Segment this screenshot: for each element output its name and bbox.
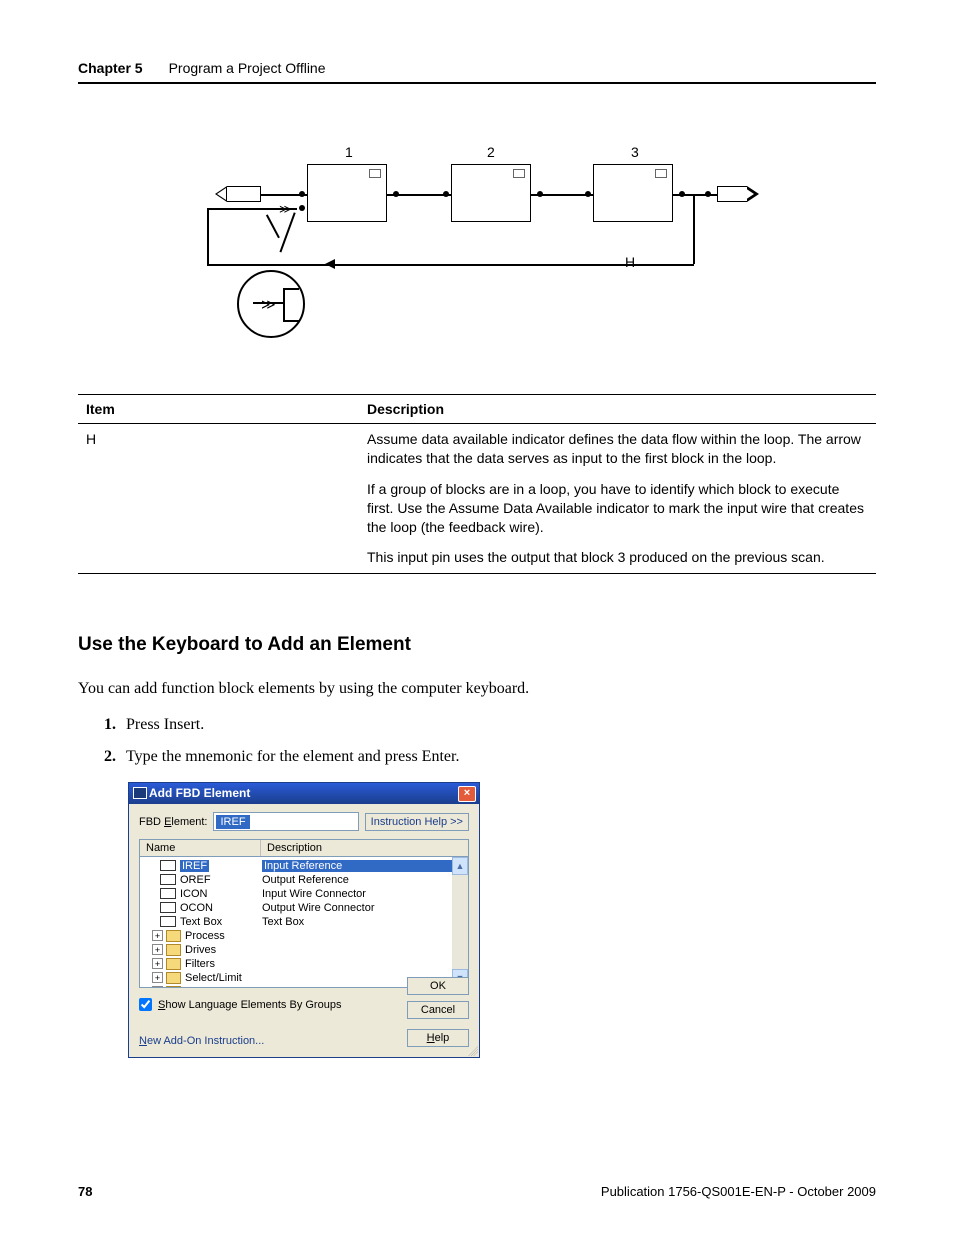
expand-icon[interactable]: +: [152, 972, 163, 983]
element-list[interactable]: IREF Input Reference OREF Output Referen…: [139, 856, 469, 988]
icon-icon: [160, 888, 176, 899]
scrollbar[interactable]: ▲ ▼: [452, 857, 468, 987]
iref-icon: [160, 860, 176, 871]
expand-icon[interactable]: +: [152, 986, 163, 987]
close-icon[interactable]: ×: [458, 786, 476, 802]
chapter-number: Chapter 5: [78, 60, 143, 76]
chapter-title: Program a Project Offline: [169, 60, 326, 76]
dialog-title-text: Add FBD Element: [149, 786, 250, 800]
expand-icon[interactable]: +: [152, 944, 163, 955]
diagram-output-ref: [717, 186, 747, 202]
dialog-app-icon: [133, 787, 147, 799]
instruction-help-button[interactable]: Instruction Help >>: [365, 813, 469, 831]
add-fbd-element-dialog: Add FBD Element × FBD Element: IREF Inst…: [128, 782, 480, 1058]
list-item[interactable]: ICON Input Wire Connector: [144, 887, 452, 900]
expand-icon[interactable]: +: [152, 930, 163, 941]
folder-icon: [166, 930, 181, 942]
resize-grip-icon[interactable]: [466, 1044, 478, 1056]
fbd-loop-diagram: 1 2 3: [78, 154, 876, 364]
textbox-icon: [160, 916, 176, 927]
list-item[interactable]: +Select/Limit: [144, 971, 452, 984]
section-heading: Use the Keyboard to Add an Element: [78, 634, 876, 656]
show-by-groups-label: Show Language Elements By Groups: [158, 999, 341, 1011]
ok-button[interactable]: OK: [407, 977, 469, 995]
folder-icon: [166, 958, 181, 970]
folder-icon: [166, 986, 181, 988]
diagram-label-2: 2: [487, 144, 495, 160]
list-item[interactable]: +Statistical: [144, 985, 452, 987]
expand-icon[interactable]: +: [152, 958, 163, 969]
diagram-zoom-circle: ≫: [237, 270, 305, 338]
list-item[interactable]: +Process: [144, 929, 452, 942]
description-table: Item Description H Assume data available…: [78, 394, 876, 574]
list-item[interactable]: +Drives: [144, 943, 452, 956]
fbd-element-label: FBD Element:: [139, 816, 207, 828]
table-cell-description: Assume data available indicator defines …: [359, 424, 876, 574]
scroll-up-icon[interactable]: ▲: [452, 857, 468, 875]
table-row: H Assume data available indicator define…: [78, 424, 876, 574]
show-by-groups-checkbox[interactable]: [139, 998, 152, 1011]
list-header[interactable]: Name Description: [139, 839, 469, 856]
section-intro: You can add function block elements by u…: [78, 680, 876, 698]
page-number: 78: [78, 1184, 92, 1199]
folder-icon: [166, 972, 181, 984]
oref-icon: [160, 874, 176, 885]
step-item: Press Insert.: [120, 716, 876, 734]
diagram-label-3: 3: [631, 144, 639, 160]
list-item[interactable]: Text Box Text Box: [144, 915, 452, 928]
page-footer: 78 Publication 1756-QS001E-EN-P - Octobe…: [78, 1184, 876, 1199]
help-button[interactable]: Help: [407, 1029, 469, 1047]
folder-icon: [166, 944, 181, 956]
ocon-icon: [160, 902, 176, 913]
list-item[interactable]: +Filters: [144, 957, 452, 970]
cancel-button[interactable]: Cancel: [407, 1001, 469, 1019]
list-header-description[interactable]: Description: [261, 840, 468, 856]
table-header-description: Description: [359, 395, 876, 424]
diagram-block-2: [451, 164, 531, 222]
new-addon-instruction-link[interactable]: New Add-On Instruction...: [139, 1035, 264, 1047]
step-item: Type the mnemonic for the element and pr…: [120, 748, 876, 766]
diagram-label-1: 1: [345, 144, 353, 160]
running-header: Chapter 5 Program a Project Offline: [78, 60, 876, 84]
list-item[interactable]: OREF Output Reference: [144, 873, 452, 886]
list-item[interactable]: IREF Input Reference: [144, 859, 452, 872]
steps-list: Press Insert. Type the mnemonic for the …: [78, 716, 876, 766]
publication-id: Publication 1756-QS001E-EN-P - October 2…: [601, 1184, 876, 1199]
table-header-item: Item: [78, 395, 359, 424]
diagram-block-1: [307, 164, 387, 222]
dialog-titlebar[interactable]: Add FBD Element ×: [129, 783, 479, 804]
list-header-name[interactable]: Name: [140, 840, 261, 856]
diagram-feedback-label: H: [625, 254, 635, 270]
diagram-block-3: [593, 164, 673, 222]
list-item[interactable]: OCON Output Wire Connector: [144, 901, 452, 914]
table-cell-item: H: [78, 424, 359, 574]
fbd-element-input[interactable]: IREF: [213, 812, 358, 831]
diagram-input-ref: [227, 186, 261, 202]
